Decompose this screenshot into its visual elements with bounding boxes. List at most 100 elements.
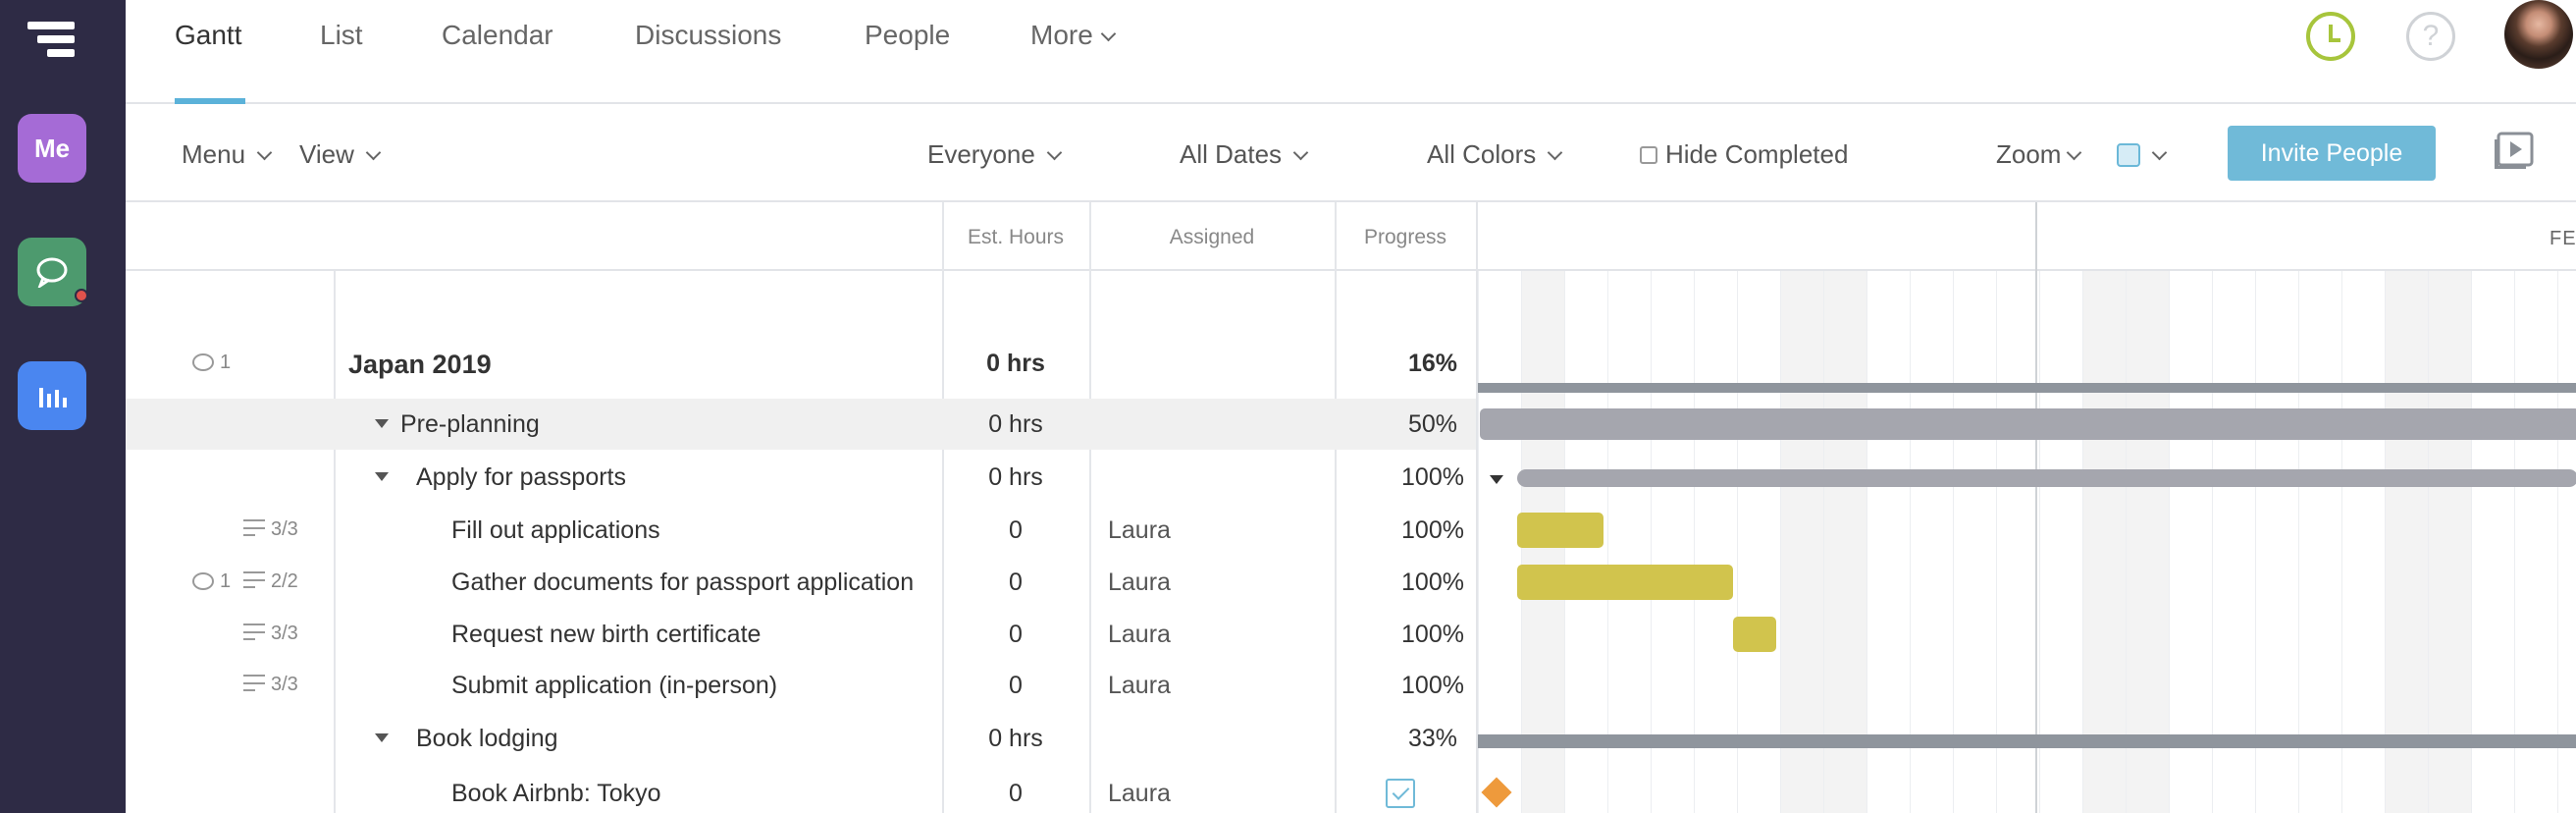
checklist-icon	[243, 519, 265, 539]
tab-list[interactable]: List	[320, 20, 363, 51]
tab-gantt[interactable]: Gantt	[175, 20, 241, 51]
rail-me-button[interactable]: Me	[18, 114, 86, 183]
rail-chat-button[interactable]	[18, 238, 88, 306]
task-name[interactable]: Fill out applications	[451, 516, 660, 545]
table-row[interactable]: 3/3 Submit application (in-person) 0 Lau…	[126, 660, 1476, 711]
gantt-day-column: 19	[1478, 271, 1521, 813]
comment-count[interactable]: 1	[192, 570, 231, 593]
zoom-label: Zoom	[1996, 139, 2062, 169]
group-bar-passports[interactable]	[1517, 469, 2576, 487]
table-row[interactable]: Pre-planning 0 hrs 50%	[126, 399, 1476, 450]
est-hours-value[interactable]: 0	[942, 516, 1089, 545]
view-label: View	[299, 139, 354, 169]
task-name[interactable]: Book lodging	[375, 725, 558, 753]
assigned-value[interactable]: Laura	[1108, 621, 1171, 649]
tab-people[interactable]: People	[865, 20, 950, 51]
gantt-day-column: 24	[1694, 271, 1737, 813]
bar-chart-icon	[39, 388, 67, 407]
collapse-triangle-icon[interactable]	[375, 419, 389, 428]
everyone-filter[interactable]: Everyone	[927, 139, 1063, 170]
task-name[interactable]: Japan 2019	[348, 350, 492, 380]
hide-completed-checkbox[interactable]	[1640, 146, 1657, 164]
zoom-dropdown[interactable]: Zoom	[1996, 139, 2082, 170]
task-name[interactable]: Submit application (in-person)	[451, 672, 777, 700]
gantt-day-column: 1	[2039, 271, 2082, 813]
timer-clock-icon[interactable]	[2306, 12, 2355, 61]
task-name[interactable]: Book Airbnb: Tokyo	[451, 780, 661, 808]
col-est-hours[interactable]: Est. Hours	[942, 226, 1089, 249]
invite-people-button[interactable]: Invite People	[2228, 126, 2436, 181]
menu-dropdown[interactable]: Menu	[182, 139, 273, 170]
dates-label: All Dates	[1180, 139, 1283, 169]
colors-filter[interactable]: All Colors	[1427, 139, 1563, 170]
comment-count[interactable]: 1	[192, 352, 231, 374]
hide-completed-toggle[interactable]: Hide Completed	[1640, 139, 1848, 170]
gantt-timeline: 1920212223242526272829303112345678910111…	[1476, 202, 2576, 813]
month-divider	[2035, 202, 2037, 813]
app-logo-icon[interactable]	[27, 22, 75, 61]
checklist-count[interactable]: 3/3	[243, 518, 298, 541]
col-progress[interactable]: Progress	[1335, 226, 1476, 249]
gantt-day-column: 5	[2212, 271, 2255, 813]
color-swatch	[2117, 143, 2140, 167]
est-hours-value[interactable]: 0 hrs	[942, 350, 1089, 378]
task-name[interactable]: Pre-planning	[375, 410, 540, 439]
table-row[interactable]: Book lodging 0 hrs 33%	[126, 713, 1476, 764]
table-row[interactable]: 3/3 Fill out applications 0 Laura 100%	[126, 505, 1476, 556]
tab-more[interactable]: More	[1030, 20, 1117, 51]
collapse-triangle-icon[interactable]	[375, 472, 389, 481]
table-row[interactable]: 1 2/2 Gather documents for passport appl…	[126, 557, 1476, 608]
collapse-triangle-icon[interactable]	[375, 733, 389, 742]
est-hours-value[interactable]: 0 hrs	[942, 463, 1089, 492]
col-assigned[interactable]: Assigned	[1089, 226, 1335, 249]
task-name[interactable]: Apply for passports	[375, 463, 626, 492]
assigned-value[interactable]: Laura	[1108, 672, 1171, 700]
rail-reports-button[interactable]	[18, 361, 86, 430]
project-summary-bar[interactable]	[1478, 383, 2576, 393]
checklist-icon	[243, 571, 265, 591]
chevron-down-icon	[1547, 144, 1563, 161]
comment-count-value: 1	[220, 570, 232, 592]
task-name-label: Book lodging	[416, 725, 558, 752]
collapse-triangle-icon[interactable]	[1490, 475, 1503, 484]
group-bar-lodging[interactable]	[1478, 734, 2576, 748]
task-bar[interactable]	[1733, 617, 1776, 652]
est-hours-value[interactable]: 0	[942, 621, 1089, 649]
table-row[interactable]: Apply for passports 0 hrs 100%	[126, 452, 1476, 503]
checklist-count[interactable]: 3/3	[243, 674, 298, 696]
est-hours-value[interactable]: 0 hrs	[942, 725, 1089, 753]
tab-discussions[interactable]: Discussions	[635, 20, 781, 51]
dates-filter[interactable]: All Dates	[1180, 139, 1309, 170]
chat-bubble-icon	[36, 257, 68, 288]
help-icon[interactable]: ?	[2406, 12, 2455, 61]
complete-checkbox[interactable]	[1386, 779, 1415, 808]
table-row[interactable]: 3/3 Request new birth certificate 0 Laur…	[126, 609, 1476, 660]
comment-icon	[192, 572, 214, 590]
task-name[interactable]: Gather documents for passport applicatio…	[451, 569, 914, 597]
task-bar[interactable]	[1517, 565, 1733, 600]
table-row[interactable]: Book Airbnb: Tokyo 0 Laura	[126, 768, 1476, 813]
gantt-day-column: 12	[2514, 271, 2557, 813]
est-hours-value[interactable]: 0	[942, 672, 1089, 700]
checklist-count[interactable]: 3/3	[243, 623, 298, 645]
task-name[interactable]: Request new birth certificate	[451, 621, 761, 649]
est-hours-value[interactable]: 0	[942, 569, 1089, 597]
month-label: FE	[2550, 228, 2576, 249]
assigned-value[interactable]: Laura	[1108, 780, 1171, 808]
view-dropdown[interactable]: View	[299, 139, 382, 170]
chevron-down-icon	[256, 144, 273, 161]
gantt-day-column: 29	[1910, 271, 1953, 813]
color-picker-dropdown[interactable]	[2117, 139, 2168, 170]
assigned-value[interactable]: Laura	[1108, 516, 1171, 545]
presentation-icon[interactable]	[2493, 130, 2536, 173]
task-bar[interactable]	[1517, 513, 1603, 548]
assigned-value[interactable]: Laura	[1108, 569, 1171, 597]
user-avatar[interactable]	[2504, 0, 2573, 69]
est-hours-value[interactable]: 0	[942, 780, 1089, 808]
table-row[interactable]: 1 Japan 2019 0 hrs 16%	[126, 338, 1476, 389]
hide-completed-label: Hide Completed	[1665, 139, 1849, 169]
tab-calendar[interactable]: Calendar	[442, 20, 553, 51]
est-hours-value[interactable]: 0 hrs	[942, 410, 1089, 439]
group-bar-pre-planning[interactable]	[1480, 408, 2576, 440]
checklist-count[interactable]: 2/2	[243, 570, 298, 593]
